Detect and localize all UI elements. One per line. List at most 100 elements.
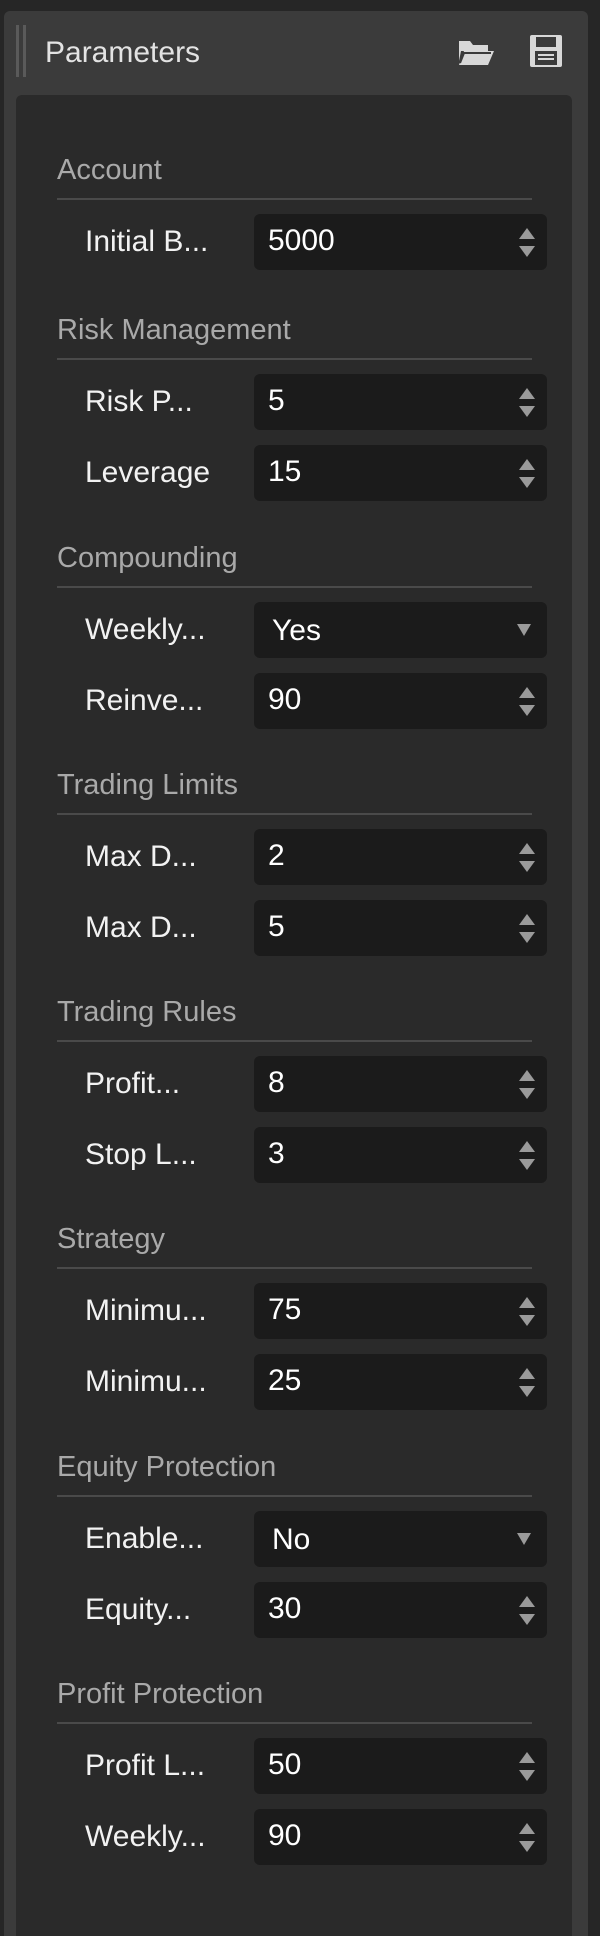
parameter-row: Stop L... 3 (57, 1127, 547, 1183)
spin-down-icon[interactable] (519, 406, 535, 417)
parameter-value: 5 (268, 384, 285, 417)
parameter-value: 75 (268, 1293, 302, 1326)
parameter-spinner[interactable]: 75 (254, 1283, 547, 1339)
group-title: Profit Protection (57, 1678, 264, 1710)
parameter-row: Weekly... Yes (57, 602, 547, 658)
parameter-group: Strategy Minimu... 75 Minimu... 25 (57, 1221, 547, 1410)
parameter-value: 50 (268, 1748, 302, 1781)
spin-up-icon[interactable] (519, 1070, 535, 1081)
parameter-row: Reinve... 90 (57, 673, 547, 729)
parameter-row: Leverage 15 (57, 445, 547, 501)
parameter-group: Compounding Weekly... Yes Reinve... 90 (57, 540, 547, 729)
panel-title: Parameters (45, 36, 201, 69)
spinner-arrows (519, 910, 535, 946)
parameter-group: Risk Management Risk P... 5 Leverage 15 (57, 312, 547, 501)
parameter-group: Account Initial B... 5000 (57, 152, 547, 270)
spinner-arrows (519, 1066, 535, 1102)
spin-up-icon[interactable] (519, 687, 535, 698)
parameter-spinner[interactable]: 30 (254, 1582, 547, 1638)
folder-open-icon[interactable] (456, 33, 496, 69)
parameter-value: 90 (268, 683, 302, 716)
spin-up-icon[interactable] (519, 1752, 535, 1763)
parameter-spinner[interactable]: 50 (254, 1738, 547, 1794)
chevron-down-icon[interactable] (517, 1533, 531, 1545)
spin-down-icon[interactable] (519, 861, 535, 872)
parameter-spinner[interactable]: 90 (254, 1809, 547, 1865)
group-divider (57, 1722, 532, 1724)
parameter-spinner[interactable]: 8 (254, 1056, 547, 1112)
group-divider (57, 1495, 532, 1497)
parameter-label: Minimu... (85, 1294, 207, 1327)
spin-up-icon[interactable] (519, 1141, 535, 1152)
chevron-down-icon[interactable] (517, 624, 531, 636)
parameter-row: Enable... No (57, 1511, 547, 1567)
spin-up-icon[interactable] (519, 1823, 535, 1834)
spin-down-icon[interactable] (519, 1841, 535, 1852)
group-title: Account (57, 154, 162, 186)
parameter-spinner[interactable]: 15 (254, 445, 547, 501)
parameter-spinner[interactable]: 5 (254, 900, 547, 956)
parameter-row: Profit... 8 (57, 1056, 547, 1112)
spin-up-icon[interactable] (519, 1596, 535, 1607)
spin-down-icon[interactable] (519, 477, 535, 488)
spinner-arrows (519, 224, 535, 260)
parameter-row: Max D... 2 (57, 829, 547, 885)
parameter-dropdown[interactable]: No (254, 1511, 547, 1567)
parameter-value: 3 (268, 1137, 285, 1170)
spin-up-icon[interactable] (519, 843, 535, 854)
spin-down-icon[interactable] (519, 1614, 535, 1625)
parameter-label: Max D... (85, 911, 197, 944)
parameter-spinner[interactable]: 3 (254, 1127, 547, 1183)
group-title: Risk Management (57, 314, 291, 346)
drag-handle[interactable] (16, 25, 26, 77)
parameter-label: Profit L... (85, 1749, 206, 1782)
parameter-value: Yes (272, 614, 321, 647)
parameter-value: 5 (268, 910, 285, 943)
spinner-arrows (519, 839, 535, 875)
spinner-arrows (519, 384, 535, 420)
spin-up-icon[interactable] (519, 388, 535, 399)
parameter-value: 15 (268, 455, 302, 488)
parameter-row: Equity... 30 (57, 1582, 547, 1638)
spin-down-icon[interactable] (519, 705, 535, 716)
spin-up-icon[interactable] (519, 1368, 535, 1379)
spin-up-icon[interactable] (519, 228, 535, 239)
spinner-arrows (519, 1137, 535, 1173)
spin-up-icon[interactable] (519, 459, 535, 470)
parameter-row: Initial B... 5000 (57, 214, 547, 270)
spin-down-icon[interactable] (519, 246, 535, 257)
spin-down-icon[interactable] (519, 1315, 535, 1326)
parameter-value: 8 (268, 1066, 285, 1099)
spin-down-icon[interactable] (519, 1088, 535, 1099)
spinner-arrows (519, 1748, 535, 1784)
parameter-label: Weekly... (85, 1820, 206, 1853)
parameter-row: Weekly... 90 (57, 1809, 547, 1865)
spin-down-icon[interactable] (519, 932, 535, 943)
save-icon[interactable] (526, 33, 566, 69)
parameter-row: Minimu... 75 (57, 1283, 547, 1339)
parameter-spinner[interactable]: 90 (254, 673, 547, 729)
parameter-value: 90 (268, 1819, 302, 1852)
parameter-value: 30 (268, 1592, 302, 1625)
parameter-label: Minimu... (85, 1365, 207, 1398)
parameter-value: No (272, 1523, 311, 1556)
spinner-arrows (519, 1819, 535, 1855)
group-divider (57, 198, 532, 200)
parameter-spinner[interactable]: 5000 (254, 214, 547, 270)
parameter-row: Minimu... 25 (57, 1354, 547, 1410)
group-title: Compounding (57, 542, 238, 574)
spin-down-icon[interactable] (519, 1159, 535, 1170)
spin-up-icon[interactable] (519, 914, 535, 925)
spinner-arrows (519, 1364, 535, 1400)
parameter-spinner[interactable]: 2 (254, 829, 547, 885)
parameter-spinner[interactable]: 25 (254, 1354, 547, 1410)
parameters-content: Account Initial B... 5000 Risk Management Ri… (16, 95, 572, 1936)
parameter-spinner[interactable]: 5 (254, 374, 547, 430)
parameter-label: Max D... (85, 840, 197, 873)
spin-down-icon[interactable] (519, 1386, 535, 1397)
parameter-dropdown[interactable]: Yes (254, 602, 547, 658)
spin-down-icon[interactable] (519, 1770, 535, 1781)
spin-up-icon[interactable] (519, 1297, 535, 1308)
parameter-label: Risk P... (85, 385, 193, 418)
spinner-arrows (519, 1592, 535, 1628)
